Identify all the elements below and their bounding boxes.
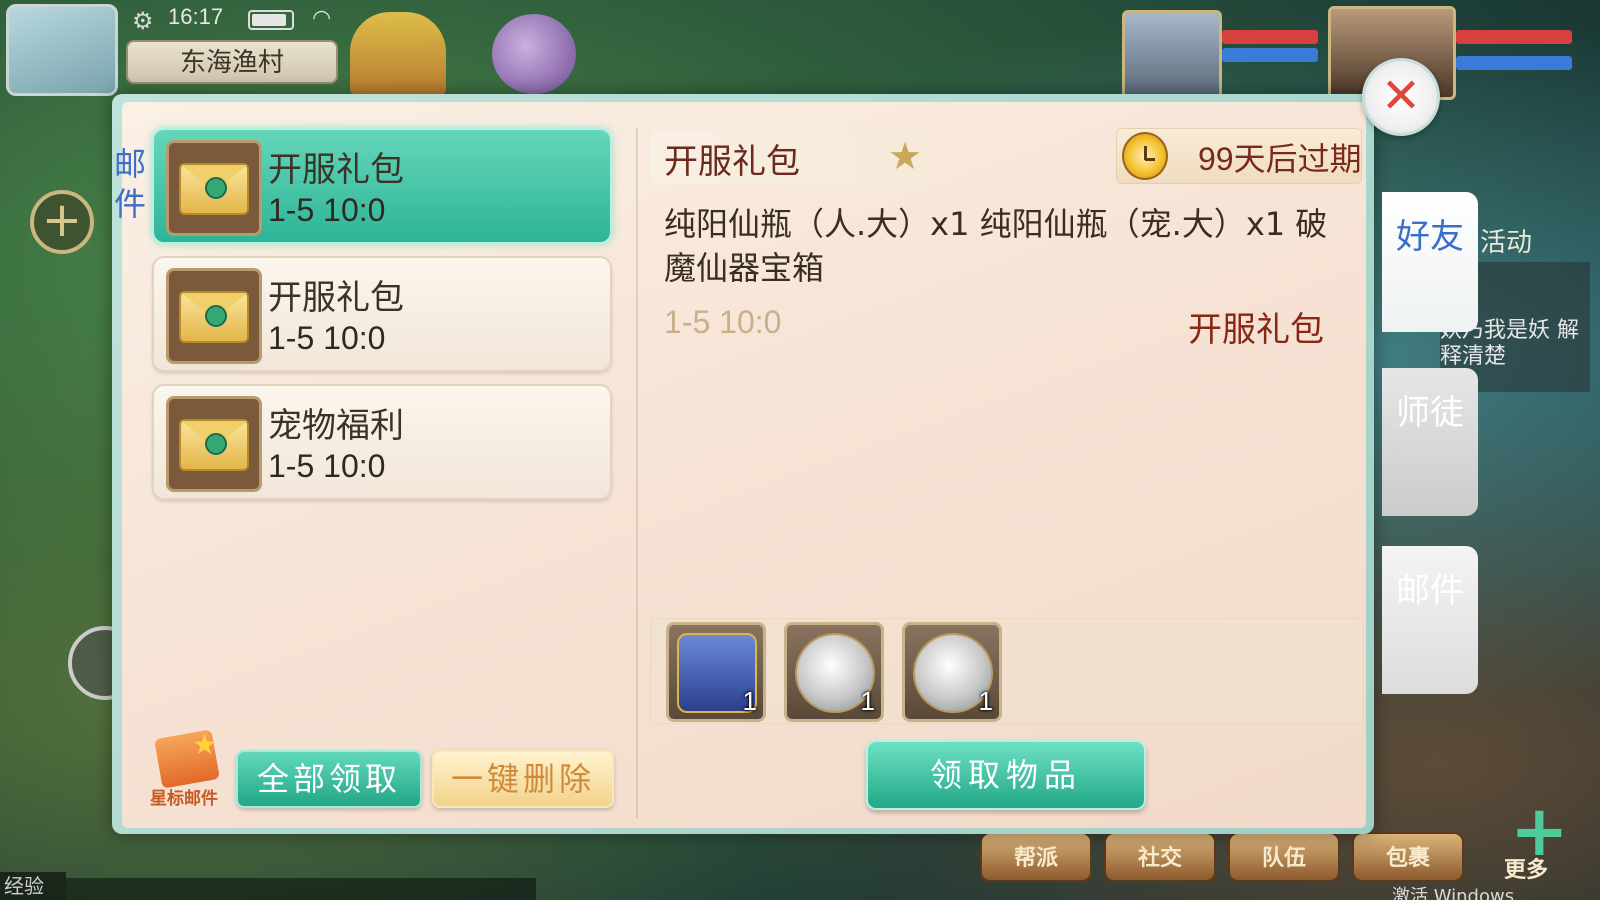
detail-body: 纯阳仙瓶（人.大）x1 纯阳仙瓶（宠.大）x1 破魔仙器宝箱 <box>664 205 1328 287</box>
add-icon[interactable]: + <box>30 190 94 254</box>
mail-item-date: 1-5 10:0 <box>268 448 386 484</box>
mail-item-title: 开服礼包 <box>268 278 404 318</box>
location-name[interactable]: 东海渔村 <box>126 40 338 84</box>
activity-label[interactable]: 活动 <box>1480 222 1532 259</box>
detail-date: 1-5 10:0 <box>664 304 782 340</box>
mail-item[interactable]: 宠物福利 1-5 10:0 <box>152 384 612 500</box>
windows-watermark: 激活 Windows <box>1392 886 1515 900</box>
more-label: 更多 <box>1504 858 1549 883</box>
expire-text: 99天后过期 <box>1198 141 1362 177</box>
guild-button[interactable]: 帮派 <box>980 832 1092 882</box>
star-mail-label: 星标邮件 <box>150 789 218 809</box>
close-icon[interactable]: ✕ <box>1362 58 1440 136</box>
pet-hp-bar <box>1222 30 1318 44</box>
mail-envelope-icon <box>166 396 262 492</box>
exp-bar <box>66 878 536 900</box>
star-icon: ★ <box>192 728 218 761</box>
attachment-count: 1 <box>978 686 993 716</box>
attachment-slot[interactable]: 1 <box>784 622 884 722</box>
attachment-count: 1 <box>742 686 757 716</box>
world-map-icon[interactable] <box>6 4 118 96</box>
tab-mentor[interactable]: 师徒 <box>1382 368 1478 516</box>
mail-item-title: 开服礼包 <box>268 150 404 190</box>
detail-title: 开服礼包 <box>664 142 800 182</box>
attachment-slot[interactable]: 1 <box>666 622 766 722</box>
bag-button[interactable]: 包裹 <box>1352 832 1464 882</box>
mail-item-date: 1-5 10:0 <box>268 320 386 356</box>
player-mp-bar <box>1456 56 1572 70</box>
mail-item[interactable]: 开服礼包 1-5 10:0 <box>152 256 612 372</box>
claim-all-button[interactable]: 全部领取 <box>236 750 422 808</box>
mail-envelope-icon <box>166 140 262 236</box>
shop-icon[interactable] <box>350 12 446 98</box>
mail-item-date: 1-5 10:0 <box>268 192 386 228</box>
delete-all-button[interactable]: 一键删除 <box>432 750 614 808</box>
pet-mp-bar <box>1222 48 1318 62</box>
panel-side-label: 邮件 <box>114 145 147 223</box>
wifi-icon: ◠ <box>312 6 332 31</box>
team-button[interactable]: 队伍 <box>1228 832 1340 882</box>
attachment-count: 1 <box>860 686 875 716</box>
panel-divider <box>636 128 638 818</box>
star-mail-button[interactable]: ★ 星标邮件 <box>150 728 230 809</box>
mail-envelope-icon <box>166 268 262 364</box>
favorite-star-icon[interactable]: ★ <box>888 134 922 178</box>
mail-item[interactable]: 开服礼包 1-5 10:0 <box>152 128 612 244</box>
settings-gear-icon[interactable]: ⚙ <box>132 8 158 34</box>
tab-mail[interactable]: 邮件 <box>1382 546 1478 694</box>
more-button[interactable]: + 更多 <box>1490 790 1590 890</box>
attachment-slot[interactable]: 1 <box>902 622 1002 722</box>
pet-portrait[interactable] <box>1122 10 1222 100</box>
mail-item-title: 宠物福利 <box>268 406 404 446</box>
exp-label: 经验 <box>0 872 66 900</box>
gem-icon[interactable] <box>492 14 576 94</box>
tab-friends[interactable]: 好友 <box>1382 192 1478 332</box>
receive-items-button[interactable]: 领取物品 <box>866 740 1146 810</box>
social-button[interactable]: 社交 <box>1104 832 1216 882</box>
detail-sender: 开服礼包 <box>1188 310 1324 350</box>
status-time: 16:17 <box>168 4 224 29</box>
player-hp-bar <box>1456 30 1572 44</box>
battery-icon <box>248 10 294 30</box>
